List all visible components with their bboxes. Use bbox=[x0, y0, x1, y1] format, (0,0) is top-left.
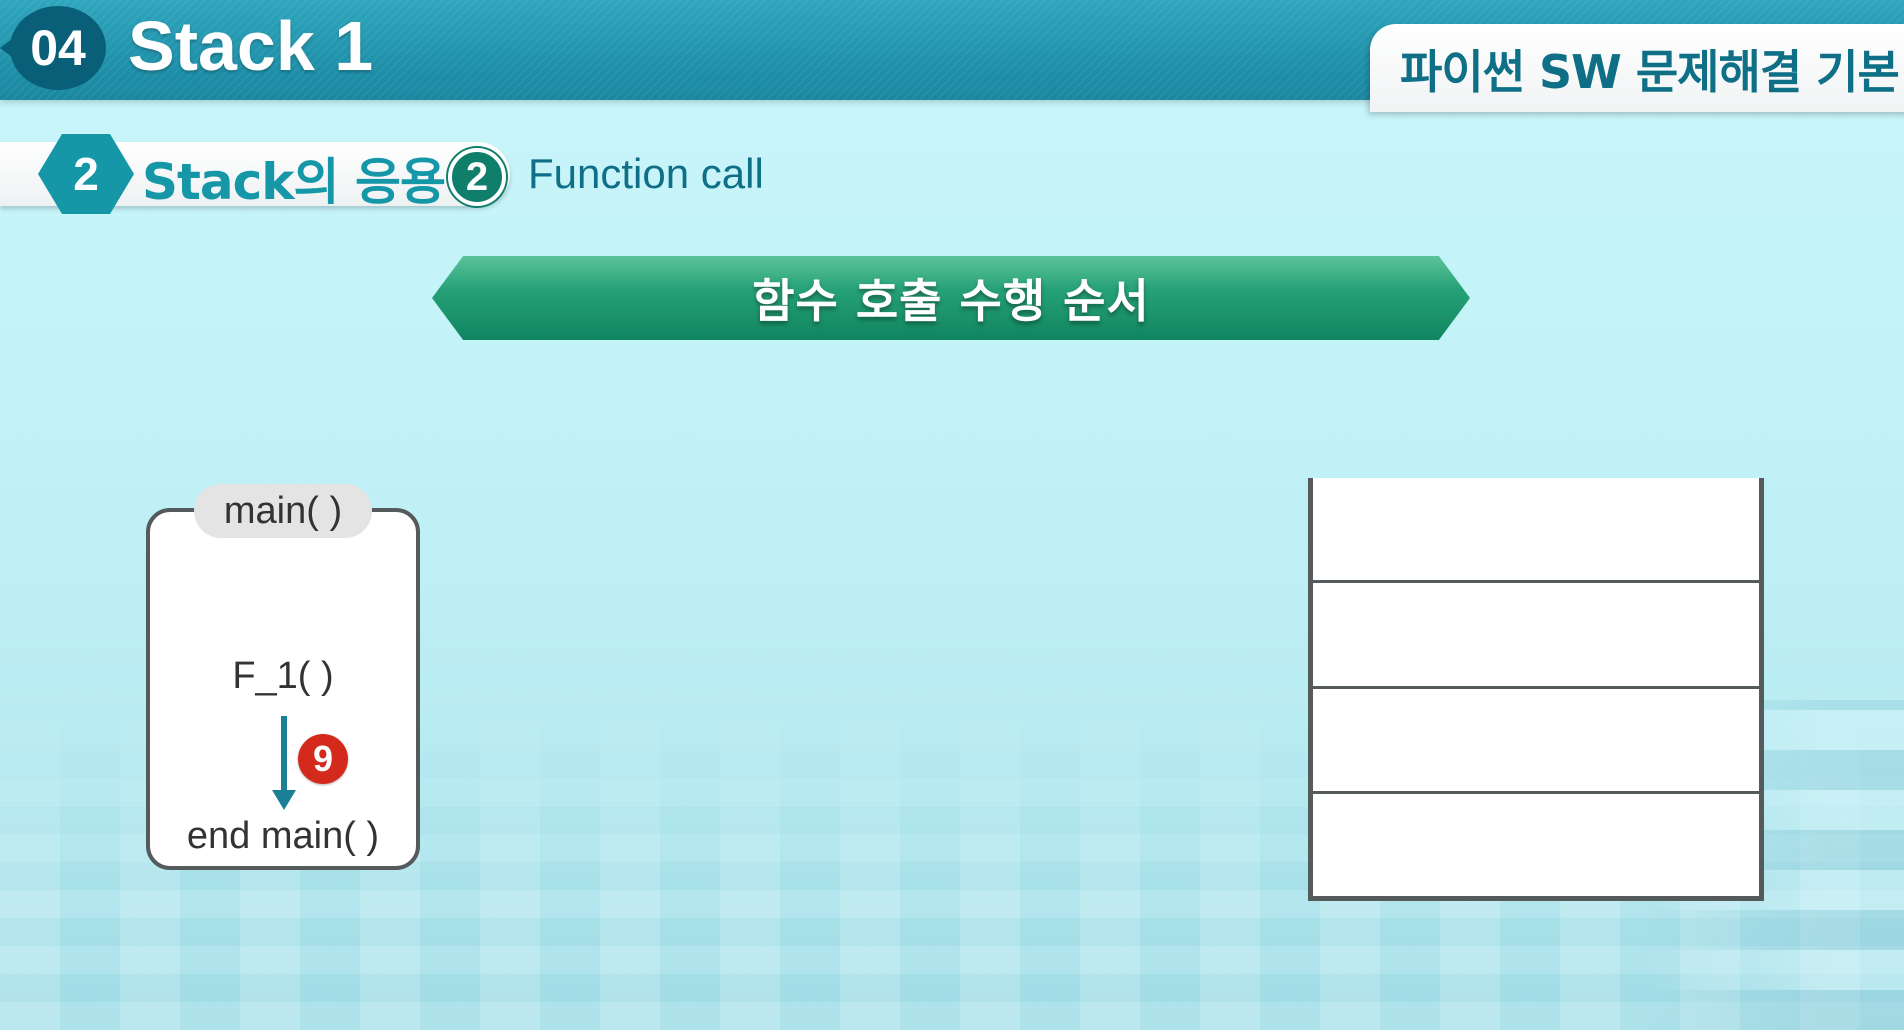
chapter-number-badge: 04 bbox=[10, 6, 106, 90]
stack-slot bbox=[1313, 583, 1759, 689]
step-number-badge: 9 bbox=[298, 734, 348, 784]
subsection-title: Function call bbox=[528, 150, 764, 197]
function-end-text: end main( ) bbox=[186, 815, 380, 857]
stack-slot bbox=[1313, 794, 1759, 896]
function-call-text: F_1( ) bbox=[232, 655, 334, 697]
course-title: 파이썬 SW 문제해결 기본 bbox=[1400, 45, 1900, 99]
slide-banner: 함수 호출 수행 순서 bbox=[432, 256, 1470, 340]
section-title: Stack의 응용 bbox=[142, 153, 446, 211]
stack-diagram bbox=[1308, 478, 1764, 901]
down-arrow-icon bbox=[272, 716, 296, 810]
stack-slot bbox=[1313, 478, 1759, 584]
banner-title: 함수 호출 수행 순서 bbox=[752, 274, 1150, 328]
chapter-title: Stack 1 bbox=[128, 7, 374, 85]
stack-slot bbox=[1313, 689, 1759, 794]
subsection-number-badge: 2 bbox=[448, 148, 506, 206]
function-name-label: main( ) bbox=[194, 484, 372, 538]
